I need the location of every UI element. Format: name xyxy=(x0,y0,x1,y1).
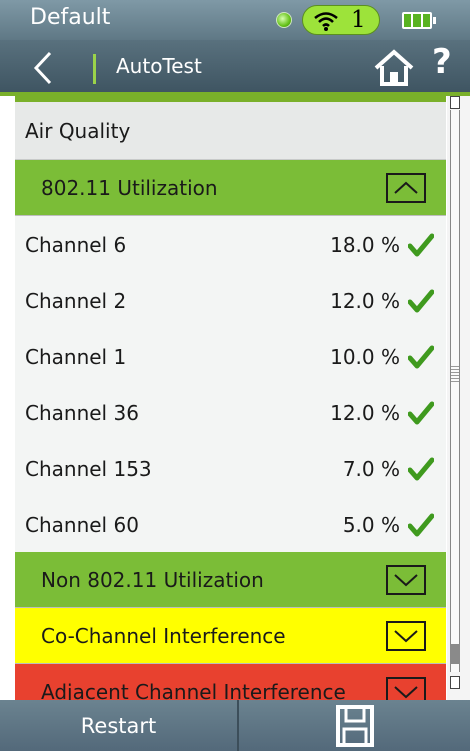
scroll-thumb[interactable] xyxy=(450,644,460,664)
channel-name: Channel 36 xyxy=(25,400,139,425)
save-button[interactable] xyxy=(239,700,470,751)
channel-row: Channel 1 10.0 % xyxy=(15,328,446,385)
channel-row: Channel 153 7.0 % xyxy=(15,440,446,497)
channel-utilization: 12.0 % xyxy=(330,400,400,425)
expand-button[interactable] xyxy=(386,677,426,700)
chevron-down-icon xyxy=(394,630,418,643)
section-title: Air Quality xyxy=(25,118,131,143)
restart-button[interactable]: Restart xyxy=(0,700,239,751)
wifi-badge[interactable]: 1 xyxy=(302,5,380,35)
channel-row: Channel 36 12.0 % xyxy=(15,384,446,441)
scrollbar[interactable] xyxy=(447,96,470,700)
group-adjacent-channel-interference[interactable]: Adjacent Channel Interference xyxy=(15,664,446,700)
channel-utilization: 7.0 % xyxy=(342,456,400,481)
check-icon xyxy=(408,401,434,425)
group-label: 802.11 Utilization xyxy=(41,175,218,200)
channel-name: Channel 153 xyxy=(25,456,152,481)
chevron-left-icon xyxy=(33,51,52,85)
nav-divider xyxy=(93,54,96,84)
check-icon xyxy=(408,513,434,537)
scroll-down-button[interactable] xyxy=(450,676,460,689)
check-icon xyxy=(408,289,434,313)
status-bar: Default 1 xyxy=(0,0,470,40)
channel-row: Channel 6 18.0 % xyxy=(15,216,446,273)
home-button[interactable] xyxy=(372,48,416,88)
check-icon xyxy=(408,457,434,481)
results-list: Air Quality 802.11 Utilization Channel 6… xyxy=(15,96,446,700)
chevron-down-icon xyxy=(394,686,418,699)
nav-bar: AutoTest ? xyxy=(0,40,470,96)
scroll-up-button[interactable] xyxy=(450,96,460,109)
channel-name: Channel 1 xyxy=(25,344,127,369)
group-80211-utilization[interactable]: 802.11 Utilization xyxy=(15,160,446,216)
group-co-channel-interference[interactable]: Co-Channel Interference xyxy=(15,608,446,664)
help-button[interactable]: ? xyxy=(432,42,452,82)
channel-utilization: 5.0 % xyxy=(342,512,400,537)
collapse-button[interactable] xyxy=(386,173,426,203)
chevron-up-icon xyxy=(394,181,418,194)
channel-row: Channel 2 12.0 % xyxy=(15,272,446,329)
save-icon xyxy=(335,704,374,747)
restart-label: Restart xyxy=(80,713,157,738)
channel-name: Channel 6 xyxy=(25,232,127,257)
scroll-grip-icon[interactable] xyxy=(451,366,459,382)
channel-row: Channel 60 5.0 % xyxy=(15,496,446,553)
group-non-80211-utilization[interactable]: Non 802.11 Utilization xyxy=(15,552,446,608)
channel-utilization: 12.0 % xyxy=(330,288,400,313)
home-icon xyxy=(374,49,414,86)
channel-utilization: 10.0 % xyxy=(330,344,400,369)
group-label: Adjacent Channel Interference xyxy=(41,679,346,701)
scroll-track[interactable] xyxy=(450,110,460,672)
wifi-count: 1 xyxy=(351,7,366,33)
wifi-icon xyxy=(314,12,338,31)
expand-button[interactable] xyxy=(386,621,426,651)
check-icon xyxy=(408,345,434,369)
back-button[interactable] xyxy=(26,45,76,91)
expand-button[interactable] xyxy=(386,565,426,595)
footer-bar: Restart xyxy=(0,700,470,751)
page-title: AutoTest xyxy=(116,54,202,78)
check-icon xyxy=(408,233,434,257)
channel-name: Channel 60 xyxy=(25,512,139,537)
profile-name[interactable]: Default xyxy=(30,5,110,30)
section-header-air-quality: Air Quality xyxy=(15,96,446,160)
group-label: Co-Channel Interference xyxy=(41,623,286,648)
link-status-icon xyxy=(276,12,292,28)
channel-name: Channel 2 xyxy=(25,288,127,313)
chevron-down-icon xyxy=(394,574,418,587)
battery-icon xyxy=(402,12,436,29)
channel-utilization: 18.0 % xyxy=(330,232,400,257)
group-label: Non 802.11 Utilization xyxy=(41,567,264,592)
